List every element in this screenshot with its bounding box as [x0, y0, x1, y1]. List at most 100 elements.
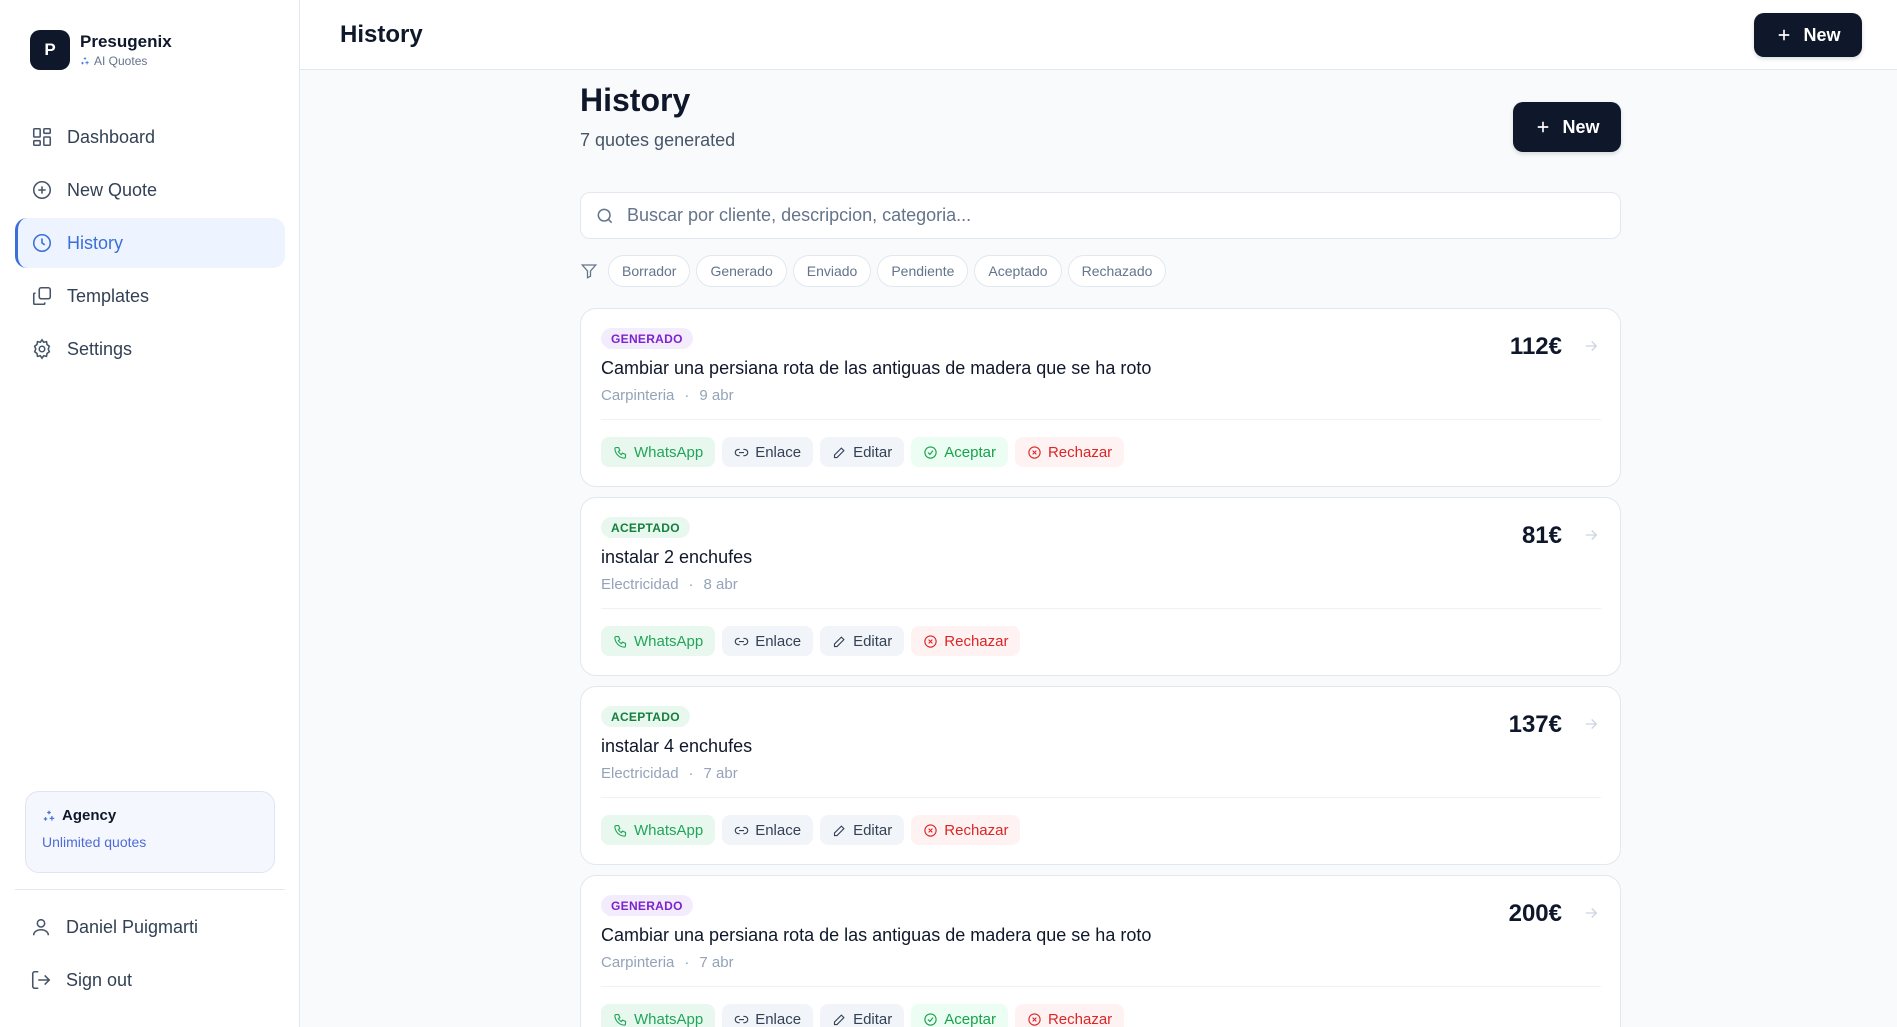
quote-actions: WhatsApp Enlace Editar Aceptar Rechazar	[601, 437, 1125, 467]
link-label: Enlace	[755, 443, 802, 461]
search-bar	[580, 192, 1621, 239]
whatsapp-label: WhatsApp	[634, 632, 704, 650]
link-icon	[734, 637, 749, 645]
reject-button[interactable]: Rechazar	[911, 815, 1021, 845]
grid-icon	[32, 127, 52, 147]
pencil-icon	[834, 446, 845, 458]
clock-icon	[32, 233, 52, 253]
sidebar-item-label: Dashboard	[67, 126, 156, 147]
new-button-label: New	[1803, 24, 1841, 45]
filter-chip-generado[interactable]: Generado	[696, 255, 787, 287]
link-button[interactable]: Enlace	[722, 815, 814, 845]
brand-logo: P	[30, 30, 70, 70]
sidebar-item-label: History	[67, 232, 124, 253]
whatsapp-button[interactable]: WhatsApp	[601, 815, 716, 845]
edit-label: Editar	[853, 632, 893, 650]
sidebar-item-history[interactable]: History	[15, 218, 285, 268]
user-icon	[32, 918, 50, 936]
user-profile[interactable]: Daniel Puigmarti	[30, 916, 198, 938]
user-name: Daniel Puigmarti	[66, 916, 199, 937]
pencil-icon	[834, 1013, 845, 1025]
edit-button[interactable]: Editar	[820, 626, 905, 656]
arrow-right-icon[interactable]	[1582, 337, 1600, 355]
sidebar-item-templates[interactable]: Templates	[15, 271, 285, 321]
quote-price: 112€	[1509, 333, 1562, 360]
quote-title: instalar 4 enchufes	[601, 736, 753, 756]
quote-date: 7 abr	[699, 954, 734, 971]
brand-subtitle: AI Quotes	[94, 54, 148, 68]
accept-button[interactable]: Aceptar	[911, 437, 1008, 467]
reject-button[interactable]: Rechazar	[911, 626, 1021, 656]
divider	[15, 889, 285, 890]
link-button[interactable]: Enlace	[722, 1004, 814, 1027]
quote-list: GENERADO Cambiar una persiana rota de la…	[580, 308, 1621, 1027]
link-icon	[734, 1015, 749, 1023]
copy-icon	[32, 286, 52, 306]
brand-name: Presugenix	[80, 32, 172, 51]
sign-out-button[interactable]: Sign out	[30, 969, 132, 991]
link-label: Enlace	[755, 1010, 802, 1027]
meta-separator: ·	[688, 576, 694, 593]
new-quote-button[interactable]: New	[1754, 13, 1862, 57]
brand[interactable]: P Presugenix AI Quotes	[30, 30, 172, 70]
status-badge: ACEPTADO	[601, 517, 690, 538]
quote-count: 7 quotes generated	[580, 130, 736, 150]
divider	[601, 419, 1601, 420]
sparkles-icon	[81, 57, 89, 65]
quote-card[interactable]: ACEPTADO instalar 4 enchufes Electricida…	[580, 686, 1621, 865]
top-bar: History New	[300, 0, 1897, 70]
arrow-right-icon[interactable]	[1582, 526, 1600, 544]
x-circle-icon	[924, 823, 937, 837]
reject-button[interactable]: Rechazar	[1014, 437, 1125, 467]
link-label: Enlace	[755, 632, 802, 650]
quote-date: 9 abr	[699, 387, 734, 404]
plus-icon	[1538, 121, 1549, 133]
quote-card[interactable]: GENERADO Cambiar una persiana rota de la…	[580, 308, 1621, 487]
status-filters: Borrador Generado Enviado Pendiente Acep…	[580, 255, 1167, 287]
reject-button[interactable]: Rechazar	[1014, 1004, 1125, 1027]
quote-price: 200€	[1508, 900, 1562, 927]
whatsapp-button[interactable]: WhatsApp	[601, 437, 716, 467]
filter-chip-aceptado[interactable]: Aceptado	[974, 255, 1062, 287]
sidebar-item-settings[interactable]: Settings	[15, 324, 285, 374]
accept-button[interactable]: Aceptar	[911, 1004, 1008, 1027]
whatsapp-button[interactable]: WhatsApp	[601, 626, 716, 656]
filter-chip-pendiente[interactable]: Pendiente	[877, 255, 969, 287]
divider	[601, 797, 1601, 798]
sidebar-item-new-quote[interactable]: New Quote	[15, 165, 285, 215]
arrow-right-icon[interactable]	[1582, 715, 1600, 733]
check-circle-icon	[924, 445, 937, 459]
accept-label: Aceptar	[944, 1010, 996, 1027]
quote-card[interactable]: ACEPTADO instalar 2 enchufes Electricida…	[580, 497, 1621, 676]
quote-card[interactable]: GENERADO Cambiar una persiana rota de la…	[580, 875, 1621, 1027]
new-quote-button[interactable]: New	[1513, 102, 1621, 152]
x-circle-icon	[924, 634, 937, 648]
meta-separator: ·	[684, 387, 690, 404]
filter-chip-borrador[interactable]: Borrador	[608, 255, 691, 287]
filter-chip-rechazado[interactable]: Rechazado	[1067, 255, 1167, 287]
edit-button[interactable]: Editar	[820, 815, 905, 845]
edit-button[interactable]: Editar	[820, 1004, 905, 1027]
sidebar-nav: Dashboard New Quote History Templates Se…	[15, 112, 285, 377]
quote-category: Carpinteria	[601, 954, 675, 971]
reject-label: Rechazar	[1047, 443, 1113, 461]
link-button[interactable]: Enlace	[722, 437, 814, 467]
quote-category: Electricidad	[601, 765, 679, 782]
quote-date: 7 abr	[703, 765, 738, 782]
sidebar-item-dashboard[interactable]: Dashboard	[15, 112, 285, 162]
sidebar-item-label: Templates	[67, 285, 150, 306]
edit-button[interactable]: Editar	[820, 437, 905, 467]
link-button[interactable]: Enlace	[722, 626, 814, 656]
filter-chip-enviado[interactable]: Enviado	[792, 255, 872, 287]
plan-subtitle: Unlimited quotes	[42, 834, 147, 850]
status-badge: GENERADO	[601, 328, 693, 349]
arrow-right-icon[interactable]	[1582, 904, 1600, 922]
x-circle-icon	[1028, 1012, 1041, 1026]
reject-label: Rechazar	[944, 632, 1009, 650]
quote-category: Carpinteria	[601, 387, 675, 404]
whatsapp-button[interactable]: WhatsApp	[601, 1004, 716, 1027]
plan-card[interactable]: Agency Unlimited quotes	[25, 791, 275, 873]
search-input[interactable]	[627, 205, 1587, 226]
plus-circle-icon	[32, 180, 52, 200]
quote-title: Cambiar una persiana rota de las antigua…	[601, 358, 1152, 378]
